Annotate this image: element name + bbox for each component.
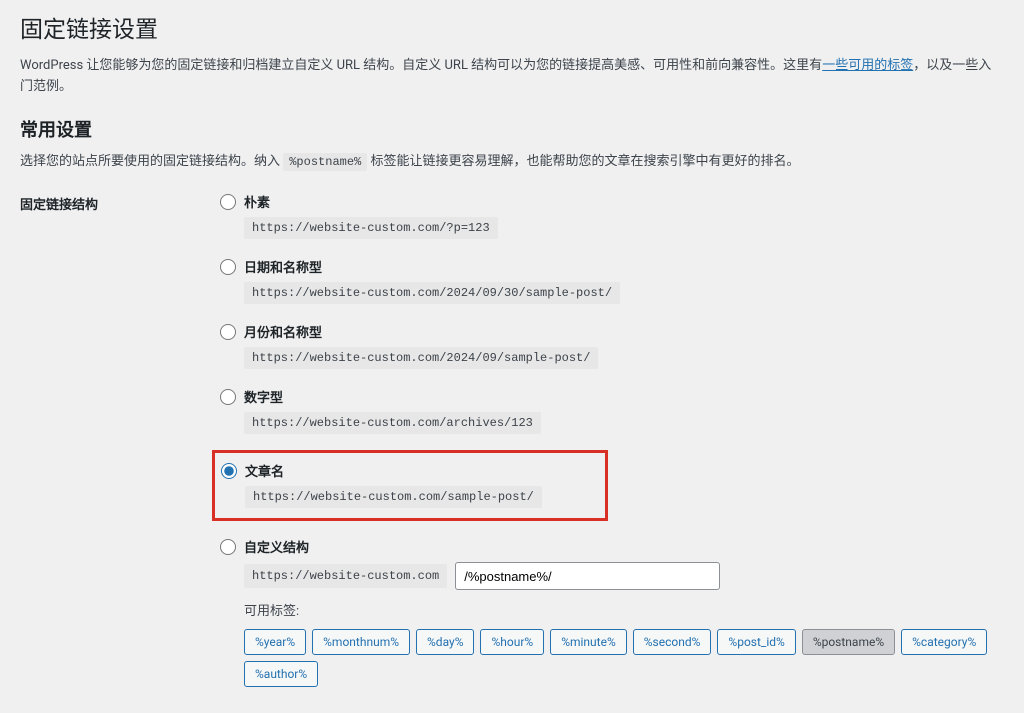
radio-numeric[interactable] <box>220 389 236 405</box>
custom-structure-row: https://website-custom.com <box>244 562 1004 590</box>
desc-code: %postname% <box>283 153 367 171</box>
tag-author[interactable]: %author% <box>244 661 318 687</box>
label-postname[interactable]: 文章名 <box>245 461 284 480</box>
tag-year[interactable]: %year% <box>244 629 306 655</box>
option-day-name: 日期和名称型 https://website-custom.com/2024/0… <box>220 255 1004 306</box>
radio-day-name[interactable] <box>220 259 236 275</box>
label-plain[interactable]: 朴素 <box>244 192 270 211</box>
tag-minute[interactable]: %minute% <box>550 629 627 655</box>
intro-text: WordPress 让您能够为您的固定链接和归档建立自定义 URL 结构。自定义… <box>20 56 1004 98</box>
example-month-name: https://website-custom.com/2024/09/sampl… <box>244 347 598 369</box>
custom-prefix: https://website-custom.com <box>244 564 447 588</box>
desc-after: 标签能让链接更容易理解，也能帮助您的文章在搜索引擎中有更好的排名。 <box>367 154 799 169</box>
tag-hour[interactable]: %hour% <box>480 629 544 655</box>
label-custom[interactable]: 自定义结构 <box>244 537 309 556</box>
intro-before: WordPress 让您能够为您的固定链接和归档建立自定义 URL 结构。自定义… <box>20 58 822 73</box>
option-postname-highlighted: 文章名 https://website-custom.com/sample-po… <box>212 450 608 521</box>
tag-monthnum[interactable]: %monthnum% <box>312 629 410 655</box>
tag-second[interactable]: %second% <box>633 629 712 655</box>
label-month-name[interactable]: 月份和名称型 <box>244 322 322 341</box>
tag-category[interactable]: %category% <box>901 629 987 655</box>
tag-day[interactable]: %day% <box>416 629 474 655</box>
example-plain: https://website-custom.com/?p=123 <box>244 217 498 239</box>
custom-structure-input[interactable] <box>455 562 720 590</box>
example-numeric: https://website-custom.com/archives/123 <box>244 412 541 434</box>
option-month-name: 月份和名称型 https://website-custom.com/2024/0… <box>220 320 1004 371</box>
example-postname: https://website-custom.com/sample-post/ <box>245 486 542 508</box>
permalink-options: 朴素 https://website-custom.com/?p=123 日期和… <box>220 190 1004 703</box>
tags-doc-link[interactable]: 一些可用的标签 <box>822 58 913 73</box>
radio-postname[interactable] <box>221 463 237 479</box>
available-tags: %year% %monthnum% %day% %hour% %minute% … <box>244 629 1004 687</box>
label-day-name[interactable]: 日期和名称型 <box>244 257 322 276</box>
example-day-name: https://website-custom.com/2024/09/30/sa… <box>244 282 620 304</box>
page-title: 固定链接设置 <box>20 10 1004 44</box>
permalink-form-row: 固定链接结构 朴素 https://website-custom.com/?p=… <box>20 190 1004 703</box>
label-numeric[interactable]: 数字型 <box>244 387 283 406</box>
tag-postname[interactable]: %postname% <box>802 629 895 655</box>
option-plain: 朴素 https://website-custom.com/?p=123 <box>220 190 1004 241</box>
option-numeric: 数字型 https://website-custom.com/archives/… <box>220 385 1004 436</box>
radio-month-name[interactable] <box>220 324 236 340</box>
available-tags-label: 可用标签: <box>244 600 1004 619</box>
desc-before: 选择您的站点所要使用的固定链接结构。纳入 <box>20 154 283 169</box>
tag-post-id[interactable]: %post_id% <box>717 629 795 655</box>
section-desc: 选择您的站点所要使用的固定链接结构。纳入 %postname% 标签能让链接更容… <box>20 152 1004 173</box>
section-heading: 常用设置 <box>20 116 1004 142</box>
radio-custom[interactable] <box>220 539 236 555</box>
permalink-structure-label: 固定链接结构 <box>20 190 220 213</box>
option-custom: 自定义结构 https://website-custom.com 可用标签: %… <box>220 535 1004 689</box>
radio-plain[interactable] <box>220 194 236 210</box>
